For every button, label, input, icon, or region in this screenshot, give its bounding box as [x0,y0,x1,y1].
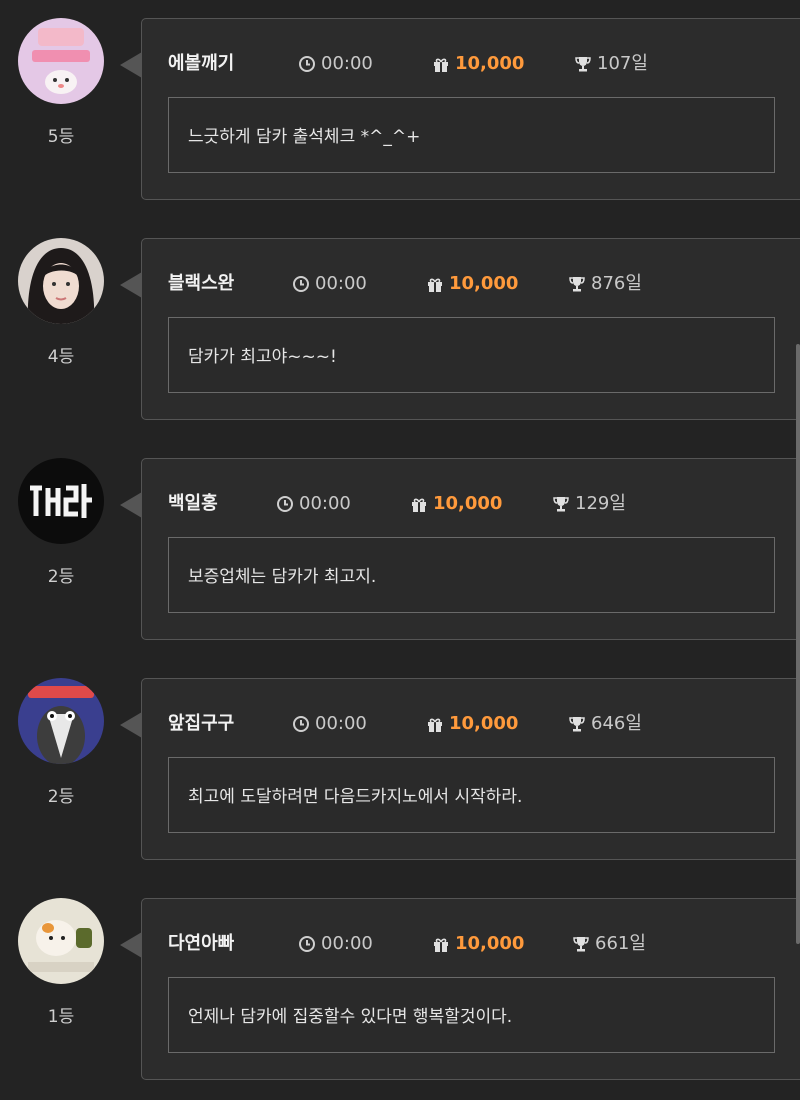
feed-entry: 2등 앞집구구 00:00 10,000 646일 최고에 도달하려면 다음드카… [0,678,800,864]
trophy-icon [574,55,592,73]
gift-icon [410,495,428,513]
time-value: 00:00 [315,713,367,734]
trophy-icon [568,275,586,293]
points-value: 10,000 [455,933,525,954]
attendance-days: 129일 [552,491,626,517]
comment-card: 블랙스완 00:00 10,000 876일 담카가 최고야~~~! [141,238,800,420]
card-pointer [120,492,142,518]
comment-card: 앞집구구 00:00 10,000 646일 최고에 도달하려면 다음드카지노에… [141,678,800,860]
attendance-days: 661일 [572,931,646,957]
comment-text: 느긋하게 담카 출석체크 *^_^+ [188,127,421,147]
check-in-time: 00:00 [298,931,373,957]
nickname[interactable]: 에볼깨기 [168,51,234,77]
gift-icon [426,275,444,293]
entry-meta: 블랙스완 00:00 10,000 876일 [168,271,800,297]
comment-message-box: 최고에 도달하려면 다음드카지노에서 시작하라. [168,757,775,833]
reward-points: 10,000 [432,51,524,77]
points-value: 10,000 [433,493,503,514]
gift-icon [432,55,450,73]
comment-card: 에볼깨기 00:00 10,000 107일 느긋하게 담카 출석체크 *^_^… [141,18,800,200]
points-value: 10,000 [449,273,519,294]
time-value: 00:00 [321,53,373,74]
check-in-time: 00:00 [292,711,367,737]
user-avatar[interactable] [18,898,104,984]
rank-label: 4등 [47,347,75,367]
avatar-portrait-image [18,238,104,324]
card-pointer [120,712,142,738]
days-value: 661일 [595,933,646,954]
comment-text: 담카가 최고야~~~! [188,347,337,367]
gift-icon [432,935,450,953]
trophy-icon [572,935,590,953]
entry-meta: 백일홍 00:00 10,000 129일 [168,491,800,517]
comment-message-box: 느긋하게 담카 출석체크 *^_^+ [168,97,775,173]
avatar-cat-sticker-image [18,18,104,104]
check-in-time: 00:00 [276,491,351,517]
points-value: 10,000 [455,53,525,74]
feed-entry: 4등 블랙스완 00:00 10,000 876일 담카가 최고야~~~! [0,238,800,424]
feed-entry: 1등 다연아빠 00:00 10,000 661일 언제나 담카에 집중할수 있… [0,898,800,1084]
days-value: 876일 [591,273,642,294]
avatar-hamster-sticker-image [18,898,104,984]
rank-label: 1등 [47,1007,75,1027]
attendance-days: 876일 [568,271,642,297]
clock-icon [298,935,316,953]
comment-card: 백일홍 00:00 10,000 129일 보증업체는 담카가 최고지. [141,458,800,640]
reward-points: 10,000 [426,711,518,737]
points-value: 10,000 [449,713,519,734]
nickname[interactable]: 백일홍 [168,491,218,517]
check-in-time: 00:00 [292,271,367,297]
rank-label: 2등 [47,567,75,587]
gift-icon [426,715,444,733]
comment-text: 최고에 도달하려면 다음드카지노에서 시작하라. [188,787,523,807]
clock-icon [292,715,310,733]
time-value: 00:00 [315,273,367,294]
days-value: 107일 [597,53,648,74]
comment-text: 언제나 담카에 집중할수 있다면 행복할것이다. [188,1007,513,1027]
card-pointer [120,272,142,298]
comment-message-box: 보증업체는 담카가 최고지. [168,537,775,613]
nickname[interactable]: 다연아빠 [168,931,234,957]
clock-icon [276,495,294,513]
comment-message-box: 담카가 최고야~~~! [168,317,775,393]
entry-meta: 앞집구구 00:00 10,000 646일 [168,711,800,737]
card-pointer [120,932,142,958]
card-pointer [120,52,142,78]
feed-entry: 5등 에볼깨기 00:00 10,000 107일 느긋하게 담카 출석체크 *… [0,18,800,204]
comment-card: 다연아빠 00:00 10,000 661일 언제나 담카에 집중할수 있다면 … [141,898,800,1080]
nickname[interactable]: 블랙스완 [168,271,234,297]
scrollbar[interactable] [796,344,800,944]
entry-meta: 에볼깨기 00:00 10,000 107일 [168,51,800,77]
avatar-neon-sign-image [18,458,104,544]
user-avatar[interactable] [18,18,104,104]
rank-label: 5등 [47,127,75,147]
nickname[interactable]: 앞집구구 [168,711,234,737]
entry-meta: 다연아빠 00:00 10,000 661일 [168,931,800,957]
feed-entry: 2등 백일홍 00:00 10,000 129일 보증업체는 담카가 최고지. [0,458,800,644]
comment-message-box: 언제나 담카에 집중할수 있다면 행복할것이다. [168,977,775,1053]
days-value: 646일 [591,713,642,734]
attendance-days: 107일 [574,51,648,77]
comment-text: 보증업체는 담카가 최고지. [188,567,377,587]
trophy-icon [568,715,586,733]
time-value: 00:00 [299,493,351,514]
reward-points: 10,000 [410,491,502,517]
check-in-time: 00:00 [298,51,373,77]
time-value: 00:00 [321,933,373,954]
reward-points: 10,000 [432,931,524,957]
attendance-days: 646일 [568,711,642,737]
clock-icon [298,55,316,73]
trophy-icon [552,495,570,513]
attendance-feed: 5등 에볼깨기 00:00 10,000 107일 느긋하게 담카 출석체크 *… [0,0,800,1100]
days-value: 129일 [575,493,626,514]
user-avatar[interactable] [18,238,104,324]
rank-label: 2등 [47,787,75,807]
user-avatar[interactable] [18,678,104,764]
clock-icon [292,275,310,293]
user-avatar[interactable] [18,458,104,544]
reward-points: 10,000 [426,271,518,297]
avatar-cartoon-bird-image [18,678,104,764]
